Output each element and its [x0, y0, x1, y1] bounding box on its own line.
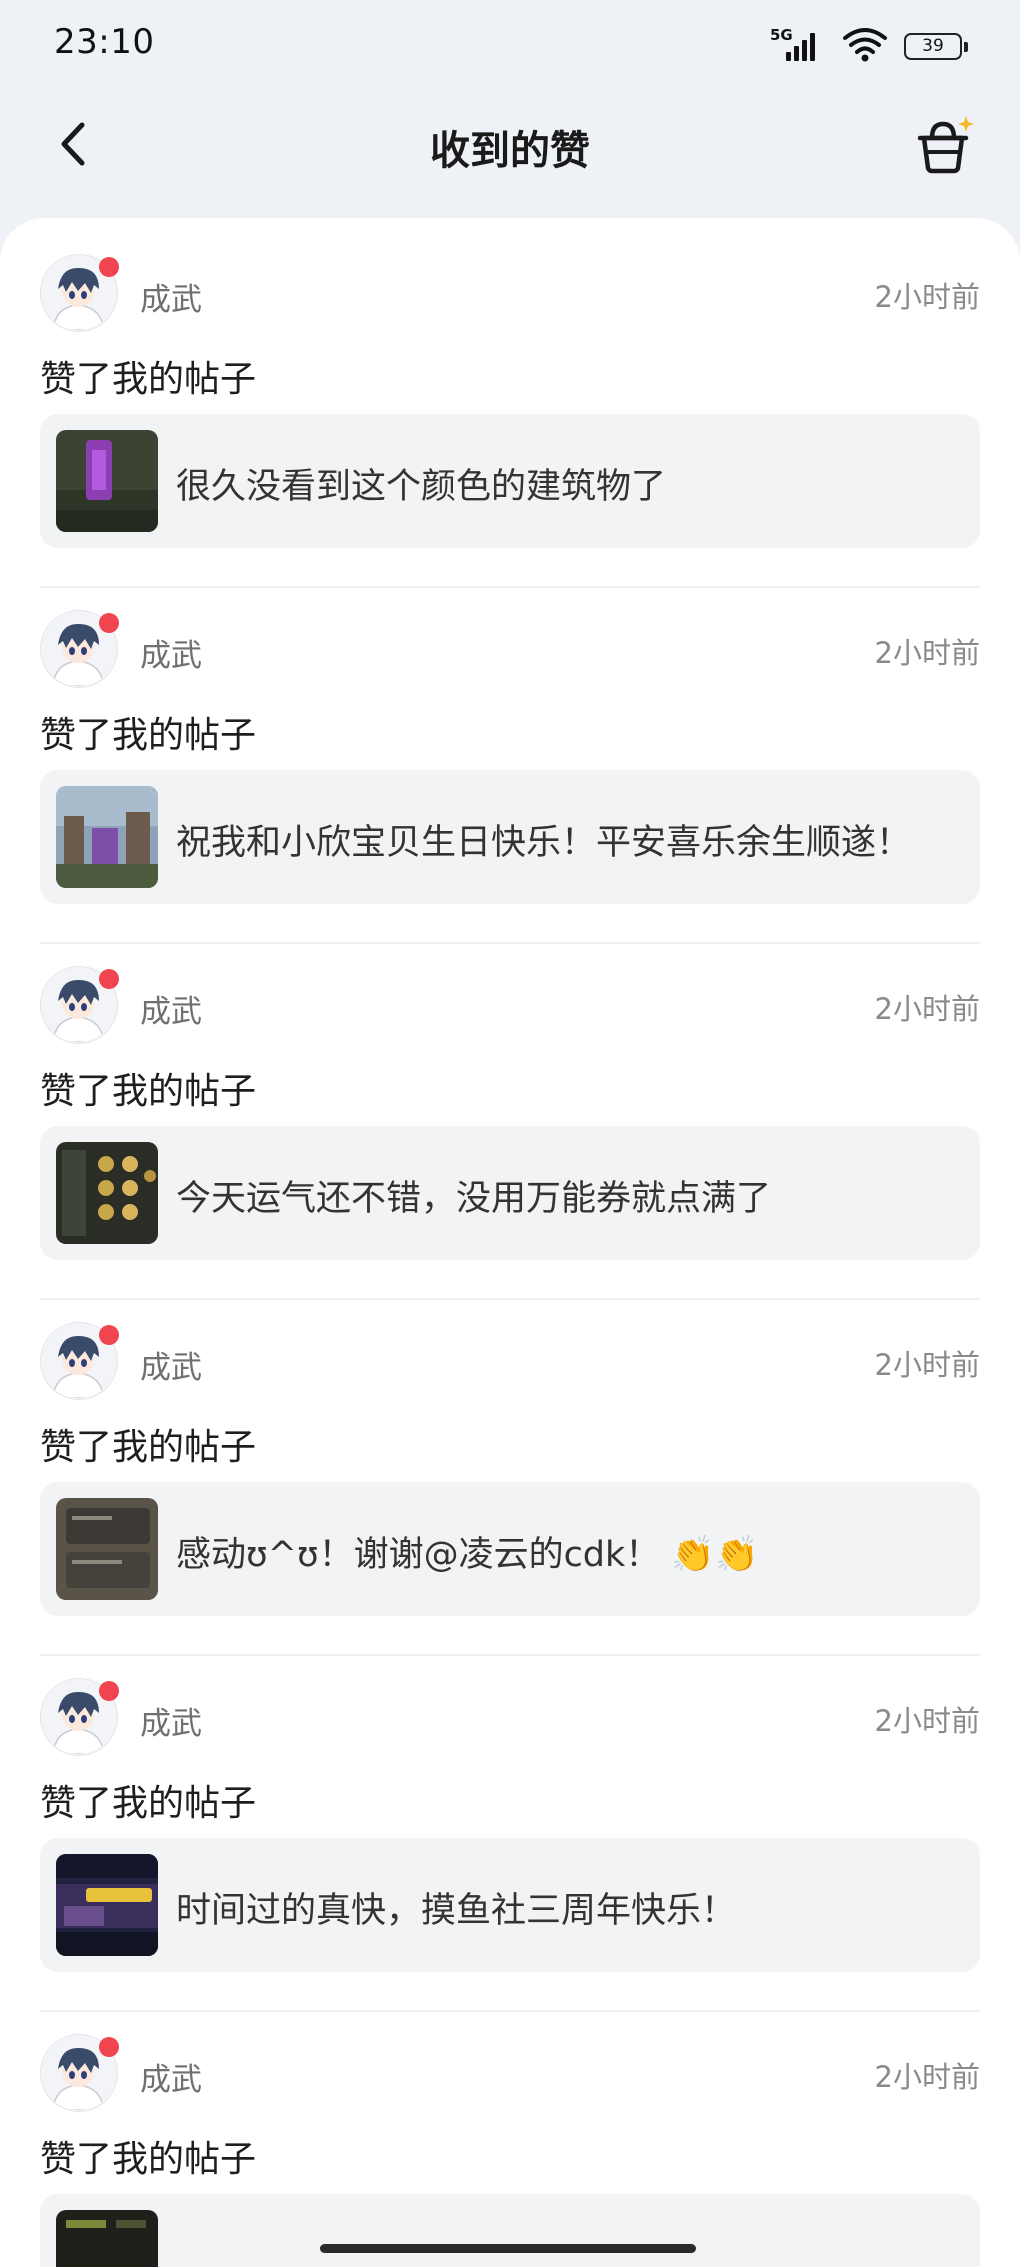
unread-dot [99, 257, 119, 277]
avatar[interactable] [40, 1322, 119, 1400]
post-thumbnail [56, 1142, 158, 1244]
page-title: 收到的赞 [430, 128, 590, 174]
list-item[interactable]: 成武 2小时前 赞了我的帖子 感动ʊ^ʊ！谢谢@凌云的cdk！ 👏👏 [40, 1300, 980, 1656]
action-text: 赞了我的帖子 [40, 359, 257, 400]
post-preview[interactable]: 时间过的真快，摸鱼社三周年快乐！ [40, 1838, 980, 1972]
user-name[interactable]: 成武 [140, 986, 202, 1031]
avatar[interactable] [40, 254, 119, 332]
cellular-signal-icon: 5G [770, 26, 826, 64]
action-text: 赞了我的帖子 [40, 2139, 257, 2180]
avatar[interactable] [40, 2034, 119, 2112]
home-indicator[interactable] [320, 2244, 696, 2253]
status-bar: 23:10 5G 39 [0, 0, 1020, 92]
list-item[interactable]: 成武 2小时前 赞了我的帖子 时间过的真快，摸鱼社三周年快乐！ [40, 1656, 980, 2012]
nav-bar: 收到的赞 [0, 92, 1020, 220]
timestamp: 2小时前 [874, 636, 980, 670]
post-thumbnail [56, 1854, 158, 1956]
likes-list: 成武 2小时前 赞了我的帖子 很久没看到这个颜色的建筑物了 成武 2小时前 赞了… [0, 218, 1020, 2267]
status-time: 23:10 [54, 22, 155, 62]
action-text: 赞了我的帖子 [40, 1427, 257, 1468]
action-text: 赞了我的帖子 [40, 1071, 257, 1112]
battery-icon: 39 [904, 32, 968, 60]
post-title: 感动ʊ^ʊ！谢谢@凌云的cdk！ 👏👏 [176, 1535, 759, 1575]
user-name[interactable]: 成武 [140, 274, 202, 319]
post-title: 时间过的真快，摸鱼社三周年快乐！ [176, 1891, 737, 1931]
avatar[interactable] [40, 610, 119, 688]
list-item[interactable]: 成武 2小时前 赞了我的帖子 祝我和小欣宝贝生日快乐！平安喜乐余生顺遂！ [40, 588, 980, 944]
user-name[interactable]: 成武 [140, 1342, 202, 1387]
network-type-label: 5G [770, 26, 793, 44]
timestamp: 2小时前 [874, 1704, 980, 1738]
unread-dot [99, 2037, 119, 2057]
clean-basket-icon [917, 116, 974, 174]
post-preview[interactable]: 很久没看到这个颜色的建筑物了 [40, 414, 980, 548]
unread-dot [99, 1325, 119, 1345]
clear-all-button[interactable] [910, 112, 976, 178]
timestamp: 2小时前 [874, 280, 980, 314]
post-thumbnail [56, 1498, 158, 1600]
post-thumbnail [56, 430, 158, 532]
list-item[interactable]: 成武 2小时前 赞了我的帖子 很久没看到这个颜色的建筑物了 [40, 232, 980, 588]
unread-dot [99, 969, 119, 989]
action-text: 赞了我的帖子 [40, 715, 257, 756]
post-preview[interactable]: 祝我和小欣宝贝生日快乐！平安喜乐余生顺遂！ [40, 770, 980, 904]
user-name[interactable]: 成武 [140, 2054, 202, 2099]
timestamp: 2小时前 [874, 2060, 980, 2094]
avatar[interactable] [40, 1678, 119, 1756]
post-title: 今天运气还不错，没用万能券就点满了 [176, 1179, 772, 1219]
user-name[interactable]: 成武 [140, 1698, 202, 1743]
battery-level: 39 [922, 36, 944, 56]
list-item[interactable]: 成武 2小时前 赞了我的帖子 今天运气还不错，没用万能券就点满了 [40, 944, 980, 1300]
post-thumbnail [56, 2210, 158, 2267]
unread-dot [99, 1681, 119, 1701]
list-item[interactable]: 成武 2小时前 赞了我的帖子 [40, 2012, 980, 2267]
post-title: 祝我和小欣宝贝生日快乐！平安喜乐余生顺遂！ [176, 823, 912, 863]
post-thumbnail [56, 786, 158, 888]
user-name[interactable]: 成武 [140, 630, 202, 675]
post-preview[interactable]: 今天运气还不错，没用万能券就点满了 [40, 1126, 980, 1260]
wifi-icon [842, 26, 888, 66]
status-icons: 5G 39 [770, 26, 968, 66]
post-preview[interactable]: 感动ʊ^ʊ！谢谢@凌云的cdk！ 👏👏 [40, 1482, 980, 1616]
unread-dot [99, 613, 119, 633]
post-preview[interactable] [40, 2194, 980, 2267]
timestamp: 2小时前 [874, 992, 980, 1026]
action-text: 赞了我的帖子 [40, 1783, 257, 1824]
timestamp: 2小时前 [874, 1348, 980, 1382]
avatar[interactable] [40, 966, 119, 1044]
post-title: 很久没看到这个颜色的建筑物了 [176, 467, 667, 507]
